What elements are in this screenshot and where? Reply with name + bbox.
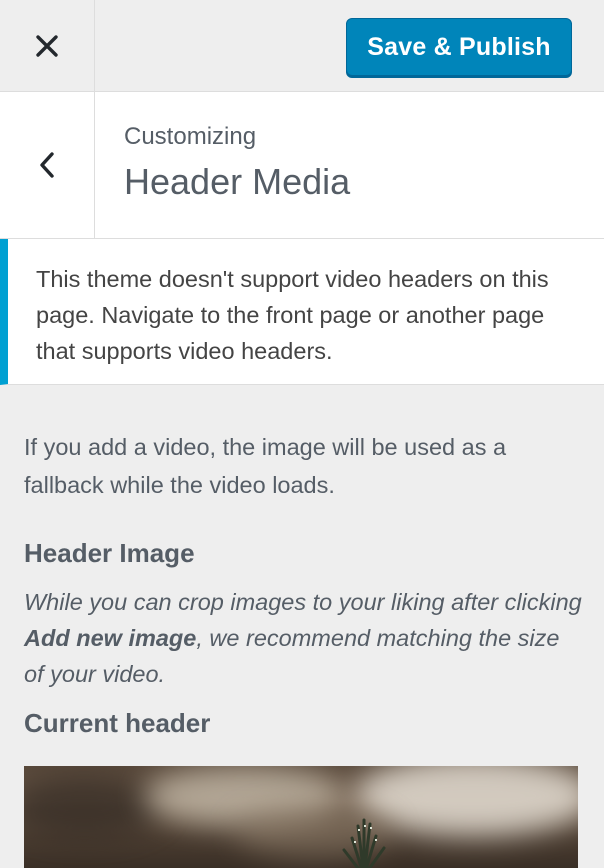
- image-blur-region: [24, 776, 164, 836]
- plant-illustration: [342, 818, 386, 868]
- close-icon: [36, 35, 58, 57]
- current-header-image[interactable]: [24, 766, 578, 868]
- notice-text: This theme doesn't support video headers…: [36, 266, 549, 364]
- save-publish-button[interactable]: Save & Publish: [346, 18, 572, 76]
- note-add-new-image: Add new image: [24, 625, 197, 651]
- section-header: Customizing Header Media: [0, 92, 604, 239]
- current-header-title: Current header: [24, 708, 211, 738]
- header-media-controls: If you add a video, the image will be us…: [24, 428, 584, 740]
- customizer-topbar: Save & Publish: [0, 0, 604, 92]
- section-heading: Customizing Header Media: [124, 122, 350, 206]
- breadcrumb: Customizing: [124, 123, 257, 150]
- header-image-title: Header Image: [24, 538, 195, 568]
- back-button[interactable]: [0, 92, 95, 238]
- note-text-before: While you can crop images to your liking…: [24, 589, 582, 615]
- video-header-notice: This theme doesn't support video headers…: [0, 239, 604, 385]
- section-title: Header Media: [124, 161, 351, 202]
- close-button[interactable]: [0, 0, 95, 92]
- chevron-left-icon: [40, 152, 54, 178]
- video-fallback-description: If you add a video, the image will be us…: [24, 434, 507, 498]
- header-image-note: While you can crop images to your liking…: [24, 584, 584, 692]
